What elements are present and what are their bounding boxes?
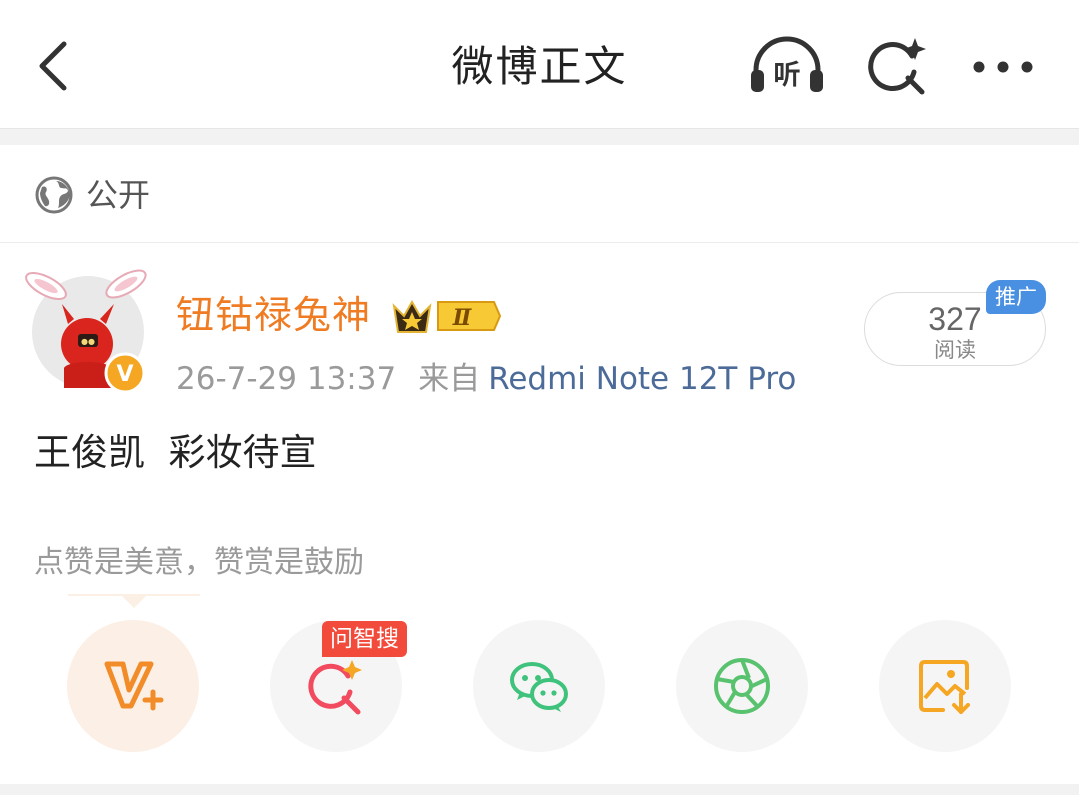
moments-icon — [714, 658, 770, 714]
author-name[interactable]: 钮钴禄兔神 — [176, 290, 371, 340]
level-label: Ⅱ — [452, 305, 473, 331]
v-plus-button[interactable] — [67, 620, 199, 752]
globe-icon — [35, 176, 73, 214]
more-button[interactable] — [970, 50, 1036, 84]
visibility-label: 公开 — [86, 176, 151, 214]
svg-text:●●: ●● — [81, 337, 95, 346]
wechat-icon — [510, 662, 568, 712]
save-image-button[interactable] — [879, 620, 1011, 752]
promote-tag[interactable]: 推广 — [986, 280, 1046, 314]
ai-search-icon — [308, 660, 362, 715]
post-meta: 26-7-29 13:37 来自 Redmi Note 12T Pro — [176, 358, 796, 400]
encourage-text: 点赞是美意，赞赏是鼓励 — [34, 545, 364, 580]
listen-button[interactable]: 听 — [748, 34, 826, 98]
post-text: 王俊凯 彩妆待宣 — [34, 431, 317, 474]
v-plus-icon — [104, 661, 164, 711]
read-label: 阅读 — [934, 338, 976, 362]
membership-crown-badge[interactable]: Ⅱ — [390, 294, 502, 338]
section-divider — [0, 128, 1079, 145]
save-image-icon — [919, 660, 970, 714]
from-label: 来自 — [418, 361, 481, 397]
ai-search-icon — [868, 38, 926, 95]
share-wechat-button[interactable] — [473, 620, 605, 752]
device-link[interactable]: Redmi Note 12T Pro — [488, 361, 796, 397]
svg-text:V: V — [116, 362, 133, 387]
post-time: 26-7-29 13:37 — [176, 361, 397, 397]
ask-ai-tag: 问智搜 — [322, 621, 407, 657]
listen-label: 听 — [774, 60, 801, 91]
ai-search-button[interactable] — [866, 34, 930, 98]
verified-badge: V — [104, 352, 146, 394]
more-dots-icon — [973, 61, 1033, 73]
visibility-row — [0, 145, 1079, 243]
bottom-divider — [0, 784, 1079, 795]
headphones-icon: 听 — [751, 36, 823, 92]
top-bar: 微博正文 听 — [0, 0, 1079, 128]
tip-indicator-caret — [122, 596, 146, 608]
weibo-post-page: 微博正文 听 公开 ●● V 钮钴禄兔神 Ⅱ 26-7-29 13:37 来自 … — [0, 0, 1079, 795]
share-moments-button[interactable] — [676, 620, 808, 752]
